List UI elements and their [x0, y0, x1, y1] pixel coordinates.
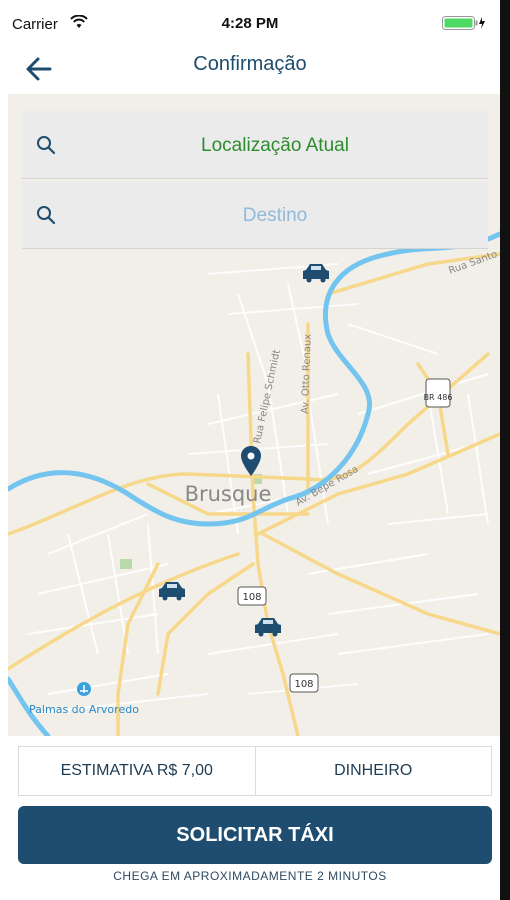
- origin-value: Localização Atual: [201, 135, 349, 156]
- search-icon: [37, 136, 56, 155]
- location-pin-icon: [241, 446, 261, 476]
- poi-label: Palmas do Arvoredo: [29, 703, 139, 716]
- app-screen: Carrier 4:28 PM Confirmação Brusque Rua …: [0, 0, 500, 900]
- highway-shield: 108: [237, 586, 267, 606]
- svg-text:108: 108: [242, 592, 261, 603]
- svg-text:108: 108: [294, 679, 313, 690]
- eta-text: CHEGA EM APROXIMADAMENTE 2 MINUTOS: [113, 869, 387, 883]
- destination-placeholder: Destino: [242, 205, 308, 226]
- svg-text:BR 486: BR 486: [424, 393, 453, 402]
- highway-shield: 108: [289, 673, 319, 693]
- request-taxi-button[interactable]: SOLICITAR TÁXI: [18, 806, 492, 864]
- payment-method[interactable]: DINHEIRO: [254, 747, 492, 795]
- origin-field[interactable]: Localização Atual: [22, 111, 488, 179]
- fare-info-row: ESTIMATIVA R$ 7,00 DINHEIRO: [18, 746, 492, 796]
- bottom-panel: ESTIMATIVA R$ 7,00 DINHEIRO SOLICITAR TÁ…: [0, 736, 500, 900]
- street-label: Rua Santo: [447, 249, 499, 277]
- clock: 4:28 PM: [221, 15, 279, 32]
- highway-shield: BR 486: [424, 378, 453, 408]
- search-icon: [37, 206, 56, 225]
- navigation-bar: Confirmação: [0, 46, 500, 94]
- device-edge: [500, 0, 510, 900]
- city-label: Brusque: [185, 482, 272, 506]
- status-bar: Carrier 4:28 PM: [0, 0, 500, 46]
- street-label: Av. Otto Renaux: [300, 334, 314, 415]
- taxi-car-icon[interactable]: [255, 618, 281, 637]
- street-label: Av. Bepe Rosa: [294, 464, 360, 509]
- destination-field[interactable]: Destino: [22, 181, 488, 249]
- page-title: Confirmação: [193, 53, 307, 75]
- park-icon[interactable]: [77, 682, 91, 696]
- fare-estimate: ESTIMATIVA R$ 7,00: [60, 762, 213, 779]
- street-label: Rua Felipe Schmidt: [252, 349, 283, 445]
- battery-icon: [442, 16, 485, 30]
